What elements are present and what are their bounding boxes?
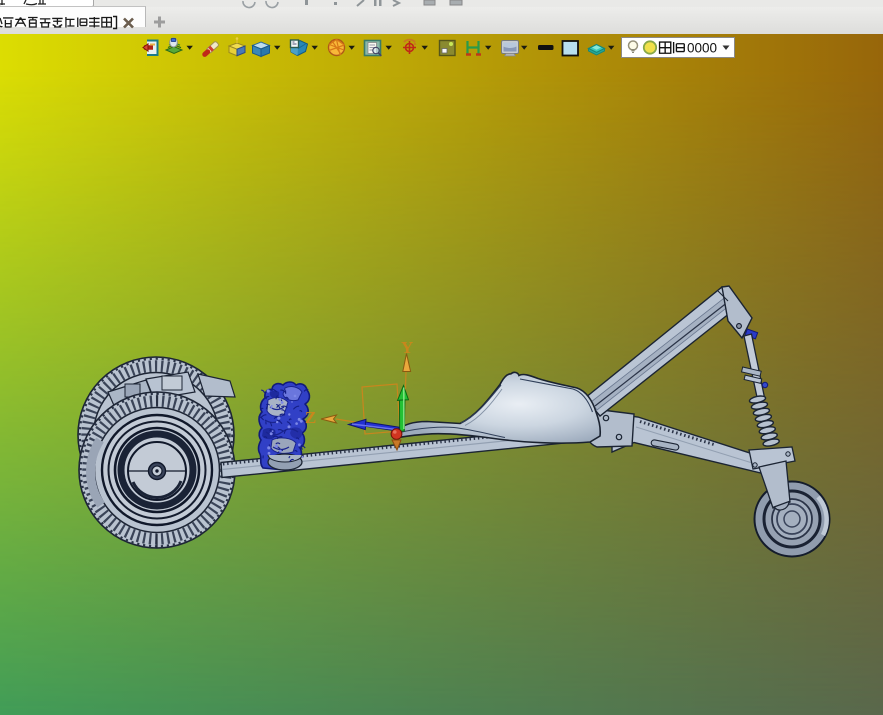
svg-text:0000: 0000 [687,41,717,56]
svg-text:Z: Z [305,408,316,427]
